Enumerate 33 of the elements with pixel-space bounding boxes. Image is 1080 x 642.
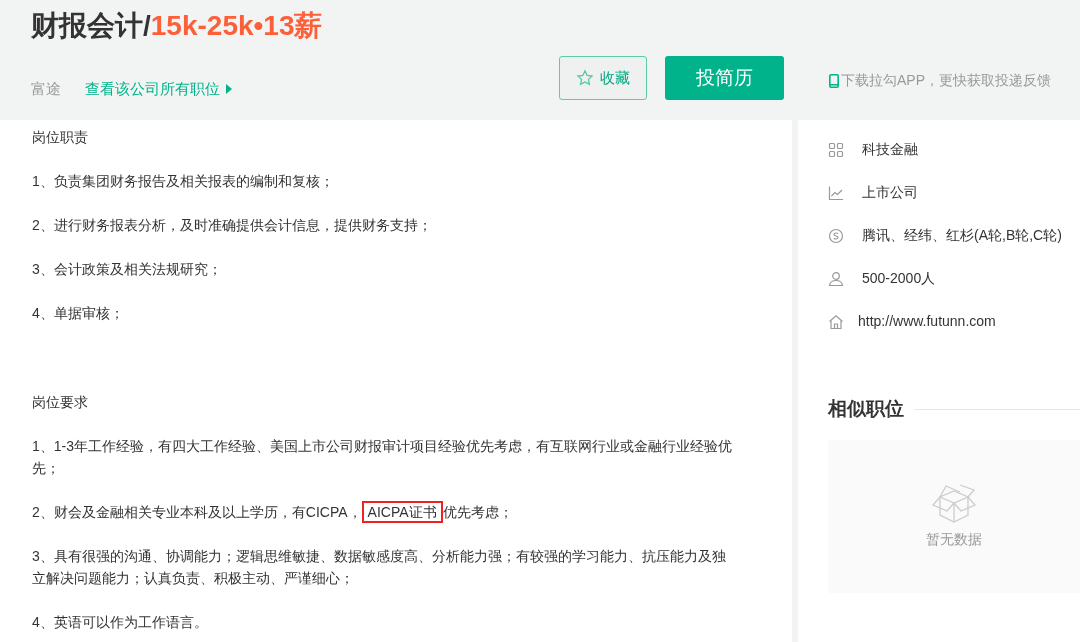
- description-item: 4、单据审核；: [32, 304, 125, 323]
- description-item: 1、负责集团财务报告及相关报表的编制和复核；: [32, 172, 335, 191]
- star-icon: [576, 69, 594, 87]
- apply-button[interactable]: 投简历: [665, 56, 784, 100]
- empty-box-icon: [930, 482, 978, 525]
- dollar-coin-icon: [828, 227, 844, 244]
- description-item: 2、进行财务报表分析，及时准确提供会计信息，提供财务支持；: [32, 216, 433, 235]
- line-chart-icon: [828, 184, 844, 201]
- home-icon: [828, 313, 844, 330]
- phone-icon: [829, 73, 839, 88]
- all-jobs-link[interactable]: 查看该公司所有职位: [85, 78, 232, 101]
- empty-text: 暂无数据: [926, 529, 982, 549]
- company-info-text: 500-2000人: [862, 269, 936, 288]
- company-info-text: http://www.futunn.com: [858, 312, 996, 331]
- description-item: 1、1-3年工作经验，有四大工作经验、美国上市公司财报审计项目经验优先考虑，有互联网行业或金融行业经验优先；: [32, 437, 734, 478]
- caret-icon: [226, 84, 232, 95]
- company-info-text: 腾讯、经纬、红杉(A轮,B轮,C轮): [862, 226, 1062, 245]
- company-name: 富途: [31, 79, 61, 99]
- job-title: 财报会计/: [31, 10, 151, 41]
- description-item: 4、英语可以作为工作语言。: [32, 613, 209, 632]
- company-info-text: 上市公司: [862, 183, 918, 202]
- section-title: 相似职位: [828, 397, 904, 421]
- description-item: 3、具有很强的沟通、协调能力；逻辑思维敏捷、数据敏感度高、分析能力强；有较强的学习能力、抗压能力及独立解决问题能力；认真负责、积极主动、严谨细心；: [32, 547, 727, 588]
- app-download-hint: 下载拉勾APP，更快获取投递反馈: [841, 71, 1051, 90]
- company-info-text: 科技金融: [862, 140, 918, 159]
- person-icon: [828, 270, 844, 287]
- grid-icon: [828, 141, 844, 158]
- salary: 15k-25k•13薪: [150, 10, 323, 41]
- description-item: 3、会计政策及相关法规研究；: [32, 260, 223, 279]
- description-item: 2、财会及金融相关专业本科及以上学历，有CICPA， AICPA证书 优先考虑；: [32, 501, 738, 523]
- section-heading: 岗位职责: [32, 128, 89, 147]
- section-heading: 岗位要求: [32, 393, 89, 412]
- favorite-button[interactable]: 收藏: [559, 56, 647, 100]
